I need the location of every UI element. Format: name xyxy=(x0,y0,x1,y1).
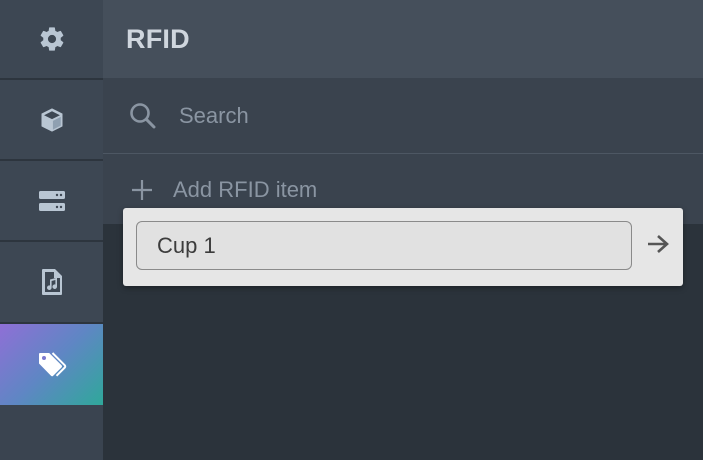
sidebar-item-products[interactable] xyxy=(0,80,103,161)
search-input[interactable] xyxy=(179,102,599,129)
item-name-input[interactable] xyxy=(136,221,632,270)
arrow-right-icon xyxy=(646,234,670,259)
page-header: RFID xyxy=(103,0,703,78)
sidebar-item-audio[interactable] xyxy=(0,242,103,324)
page-title: RFID xyxy=(126,23,190,54)
sidebar-item-storage[interactable] xyxy=(0,161,103,242)
sidebar xyxy=(0,0,103,460)
add-rfid-item-label: Add RFID item xyxy=(173,177,318,202)
new-item-popup xyxy=(123,208,683,286)
app-window: RFID Add RFID item xyxy=(0,0,703,460)
search-icon xyxy=(128,101,158,131)
plus-icon xyxy=(130,178,154,202)
search-bar xyxy=(103,78,703,154)
submit-button[interactable] xyxy=(644,232,672,260)
music-file-icon xyxy=(41,268,63,296)
gear-icon xyxy=(38,25,66,53)
sidebar-item-settings[interactable] xyxy=(0,0,103,80)
tags-icon xyxy=(37,351,67,379)
server-icon xyxy=(38,189,66,213)
sidebar-item-rfid[interactable] xyxy=(0,324,103,405)
cube-icon xyxy=(38,106,66,134)
